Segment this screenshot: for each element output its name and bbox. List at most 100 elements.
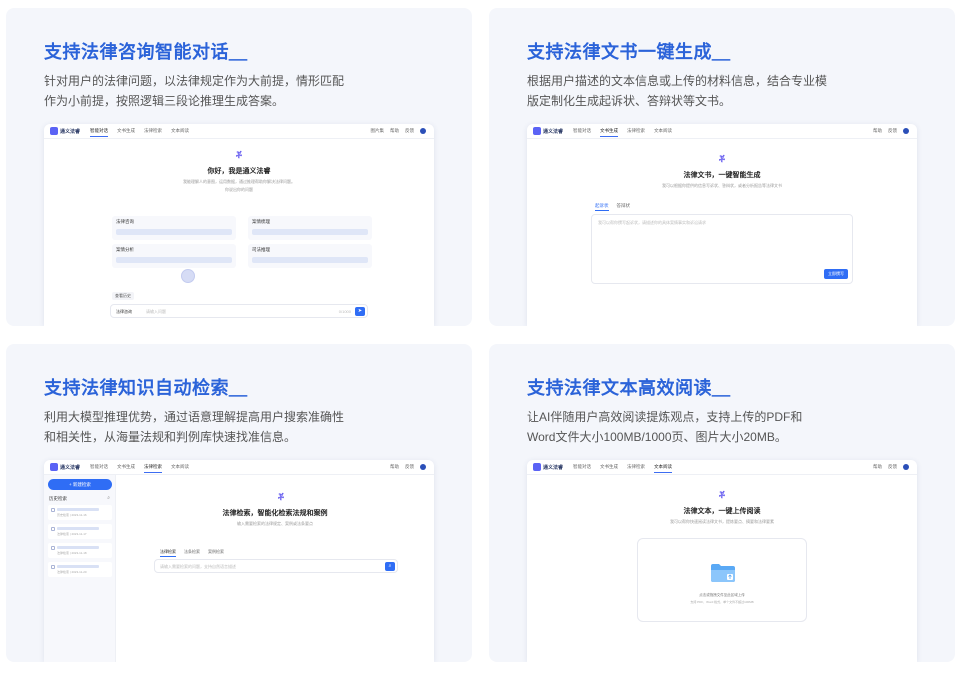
generate-button[interactable]: 立即撰写: [824, 269, 848, 279]
app-logo[interactable]: 通义法睿: [533, 463, 563, 471]
history-sidebar: + 新建检索 历史检索 ⌕ 历史检索 | 2023-11-16 法律检索 | 2…: [44, 475, 116, 662]
folder-upload-icon: [711, 564, 735, 582]
avatar[interactable]: [903, 464, 909, 470]
doc-input-area[interactable]: 我可以帮你撰写起诉状，请描述你的具体案情事实和诉讼请求 立即撰写: [591, 214, 853, 284]
history-meta: 法律检索 | 2023-11-18: [57, 551, 87, 555]
card-title: 支持法律文书一键生成＿: [527, 42, 731, 62]
history-item[interactable]: 历史检索 | 2023-11-16: [48, 505, 112, 520]
nav-tab-search[interactable]: 法律检索: [144, 464, 162, 473]
nav-feedback[interactable]: 反馈: [405, 464, 414, 470]
doc-type-tabs: 起诉状 答辩状: [595, 203, 630, 211]
history-chip[interactable]: 查看历史: [112, 292, 134, 300]
mode-select[interactable]: 法律咨询: [116, 309, 132, 315]
app-logo[interactable]: 通义法睿: [50, 127, 80, 135]
app-screenshot: 通义法睿 智能对话 文书生成 法律检索 文本阅读 帮助 反馈 ቾ 法律文书，一键…: [527, 124, 917, 326]
hero-subtitle: 我可以根据你提供的信息写诉状、答辩状，或者分析报告等法律文书: [662, 183, 782, 188]
feature-card-docgen: 支持法律文书一键生成＿ 根据用户描述的文本信息或上传的材料信息，结合专业模版定制…: [489, 8, 955, 326]
tab-law-search[interactable]: 法律检索: [160, 549, 176, 557]
nav-help[interactable]: 帮助: [390, 464, 399, 470]
nav-help[interactable]: 帮助: [390, 128, 399, 134]
history-item[interactable]: 法律检索 | 2023-11-20: [48, 562, 112, 577]
nav-tab-docs[interactable]: 文书生成: [600, 128, 618, 137]
nav-tab-search[interactable]: 法律检索: [627, 128, 645, 137]
feature-reasoning[interactable]: 司法推理: [248, 244, 372, 268]
search-input[interactable]: 请输入需要检索的问题，支持自然语言描述 ⌕: [154, 559, 398, 573]
tab-complaint[interactable]: 起诉状: [595, 203, 609, 211]
nav-help[interactable]: 帮助: [873, 128, 882, 134]
hero-subtitle: 我可以帮你快速阅读法律文书，提炼要点、摘要和法律要素: [670, 519, 774, 524]
upload-hint: 支持 PDF、Word 格式，单个文件不超过100MB: [690, 600, 754, 604]
hero-hint: 你说出你的问题: [225, 187, 253, 192]
feature-case-sort[interactable]: 案情梳理: [248, 216, 372, 240]
nav-tab-chat[interactable]: 智能对话: [573, 128, 591, 137]
nav-tab-read[interactable]: 文本阅读: [654, 128, 672, 137]
nav-tab-search[interactable]: 法律检索: [144, 128, 162, 137]
avatar[interactable]: [420, 464, 426, 470]
avatar[interactable]: [903, 128, 909, 134]
app-navbar: 通义法睿 智能对话 文书生成 法律检索 文本阅读 帮助 反馈: [527, 124, 917, 139]
hero-logo-icon: ቾ: [719, 154, 725, 164]
feature-card-reading: 支持法律文本高效阅读＿ 让AI伴随用户高效阅读提炼观点，支持上传的PDF和Wor…: [489, 344, 955, 662]
history-title-bar: [57, 508, 99, 511]
history-heading: 历史检索: [49, 496, 67, 501]
chat-input[interactable]: 法律咨询 请输入问题 0/1000 ➤: [110, 304, 368, 318]
nav-tab-read[interactable]: 文本阅读: [171, 128, 189, 137]
tab-article-search[interactable]: 法条检索: [184, 549, 200, 557]
nav-tab-chat[interactable]: 智能对话: [573, 464, 591, 473]
feature-label: 案情分析: [116, 247, 134, 252]
history-meta: 法律检索 | 2023-11-20: [57, 570, 87, 574]
avatar[interactable]: [420, 128, 426, 134]
logo-icon: [50, 127, 58, 135]
tab-defense[interactable]: 答辩状: [617, 203, 631, 211]
feature-consult[interactable]: 法律咨询: [112, 216, 236, 240]
nav-feedback[interactable]: 反馈: [405, 128, 414, 134]
search-button[interactable]: ⌕: [385, 562, 395, 571]
card-description: 利用大模型推理优势，通过语意理解提高用户搜索准确性和相关性，从海量法规和判例库快…: [44, 410, 345, 444]
logo-text: 通义法睿: [543, 464, 564, 471]
feature-label: 案情梳理: [252, 219, 270, 224]
logo-text: 通义法睿: [60, 464, 81, 471]
history-title-bar: [57, 546, 99, 549]
feature-bar: [116, 229, 232, 235]
nav-tab-docs[interactable]: 文书生成: [117, 128, 135, 137]
app-logo[interactable]: 通义法睿: [533, 127, 563, 135]
hero-logo-icon: ቾ: [278, 492, 284, 502]
nav-tab-chat[interactable]: 智能对话: [90, 464, 108, 473]
nav-feedback[interactable]: 反馈: [888, 464, 897, 470]
nav-gallery[interactable]: 图片集: [371, 128, 385, 134]
card-description: 根据用户描述的文本信息或上传的材料信息，结合专业模版定制化生成起诉状、答辩状等文…: [527, 74, 828, 108]
hero-logo-icon: ቾ: [236, 150, 242, 160]
nav-tab-docs[interactable]: 文书生成: [600, 464, 618, 473]
logo-text: 通义法睿: [543, 128, 564, 135]
history-item[interactable]: 法律检索 | 2023-11-17: [48, 524, 112, 539]
hero-title: 法律文本，一键上传阅读: [683, 508, 761, 515]
card-title: 支持法律知识自动检索＿: [44, 378, 248, 398]
nav-help[interactable]: 帮助: [873, 464, 882, 470]
send-button[interactable]: ➤: [355, 307, 365, 316]
history-item[interactable]: 法律检索 | 2023-11-18: [48, 543, 112, 558]
nav-tab-read[interactable]: 文本阅读: [654, 464, 672, 473]
history-title-bar: [57, 565, 99, 568]
app-logo[interactable]: 通义法睿: [50, 463, 80, 471]
feature-case-analysis[interactable]: 案情分析: [112, 244, 236, 268]
hero-subtitle: 输入需要检索的法律规定、案例或法条要点: [237, 521, 313, 526]
card-description: 针对用户的法律问题，以法律规定作为大前提，情形匹配作为小前提，按照逻辑三段论推理…: [44, 74, 345, 108]
doc-placeholder: 我可以帮你撰写起诉状，请描述你的具体案情事实和诉讼请求: [598, 220, 706, 225]
logo-icon: [533, 463, 541, 471]
logo-icon: [50, 463, 58, 471]
nav-tab-docs[interactable]: 文书生成: [117, 464, 135, 473]
doc-icon: [51, 508, 55, 512]
nav-tab-read[interactable]: 文本阅读: [171, 464, 189, 473]
feature-label: 法律咨询: [116, 219, 134, 224]
nav-feedback[interactable]: 反馈: [888, 128, 897, 134]
history-meta: 历史检索 | 2023-11-16: [57, 513, 87, 517]
hero-title: 法律文书，一键智能生成: [683, 172, 761, 179]
card-title: 支持法律咨询智能对话＿: [44, 42, 248, 62]
new-search-button[interactable]: + 新建检索: [48, 479, 112, 490]
tab-case-search[interactable]: 案例检索: [208, 549, 224, 557]
logo-icon: [533, 127, 541, 135]
nav-tab-search[interactable]: 法律检索: [627, 464, 645, 473]
search-icon[interactable]: ⌕: [107, 495, 110, 501]
upload-dropzone[interactable]: 点击或拖拽文件至此区域上传 支持 PDF、Word 格式，单个文件不超过100M…: [637, 538, 807, 622]
nav-tab-chat[interactable]: 智能对话: [90, 128, 108, 137]
